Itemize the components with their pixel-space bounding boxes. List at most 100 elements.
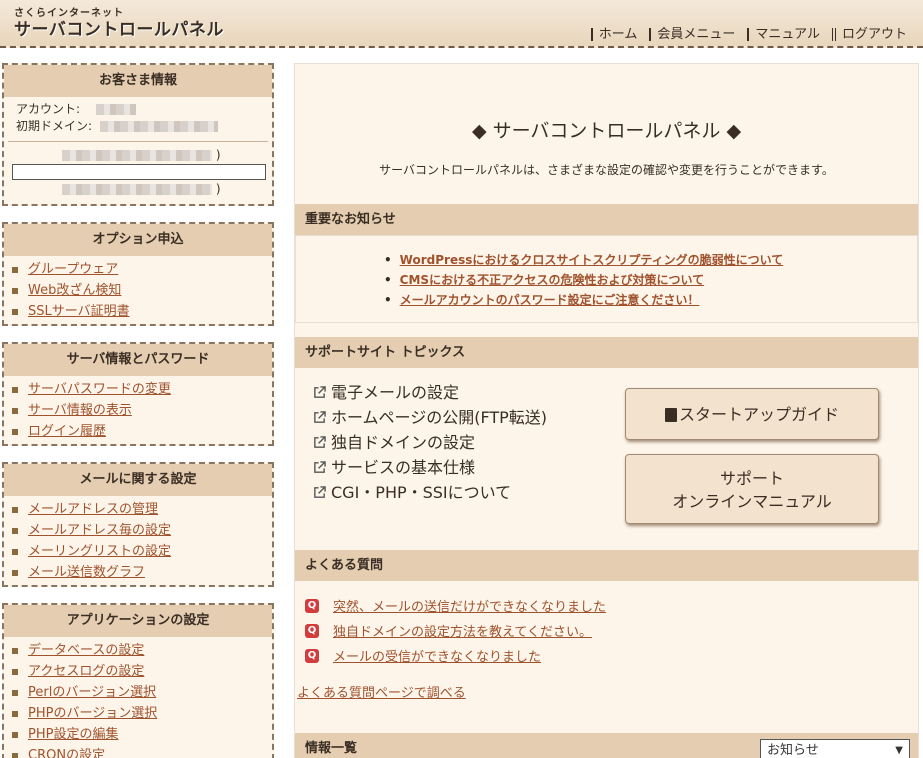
header: さくらインターネット サーバコントロールパネル ホーム 会員メニュー マニュアル… (0, 0, 923, 48)
mail-box: メールに関する設定 メールアドレスの管理 メールアドレス毎の設定 メーリングリス… (2, 462, 274, 587)
topic-item[interactable]: CGI・PHP・SSIについて (313, 480, 625, 505)
notice-item: メールアカウントのパスワード設定にご注意ください！ (384, 290, 917, 310)
chevron-down-icon: ▼ (895, 745, 903, 756)
brand-logo[interactable]: さくらインターネット サーバコントロールパネル (14, 8, 224, 40)
mail-title: メールに関する設定 (4, 464, 272, 496)
notice-link-password[interactable]: メールアカウントのパスワード設定にご注意ください！ (400, 293, 700, 307)
info-select-value: お知らせ (767, 743, 819, 758)
bullet-icon (12, 569, 18, 576)
sidebar-item-password: サーバパスワードの変更 (12, 379, 272, 400)
bullet-icon (12, 308, 18, 315)
topics-body: 電子メールの設定 ホームページの公開(FTP転送) 独自ドメインの設定 サービス… (295, 368, 918, 548)
faq-list: Q 突然、メールの送信だけができなくなりました Q 独自ドメインの設定方法を教えてく… (295, 581, 918, 668)
faq-item: Q 独自ドメインの設定方法を教えてください。 (305, 618, 918, 643)
nav-logout[interactable]: ログアウト (831, 28, 913, 41)
link-login-history[interactable]: ログイン履歴 (28, 421, 106, 442)
server-info-box: サーバ情報とパスワード サーバパスワードの変更 サーバ情報の表示 ログイン履歴 (2, 342, 274, 446)
link-server-info[interactable]: サーバ情報の表示 (28, 400, 132, 421)
sidebar-item-php-settings: PHP設定の編集 (12, 724, 272, 745)
external-link-icon (314, 411, 326, 423)
bullet-icon (12, 506, 18, 513)
sidebar-item-login-history: ログイン履歴 (12, 421, 272, 442)
manual-label-1: サポート (719, 469, 784, 488)
link-mail-graph[interactable]: メール送信数グラフ (28, 562, 145, 583)
link-perl-version[interactable]: Perlのバージョン選択 (28, 682, 156, 703)
domain-value-redacted[interactable] (99, 121, 218, 132)
app-title: アプリケーションの設定 (4, 605, 272, 637)
topic-domain[interactable]: 独自ドメインの設定 (331, 433, 475, 452)
info-category-select[interactable]: お知らせ ▼ (760, 739, 910, 758)
startup-guide-button[interactable]: スタートアップガイド (625, 388, 879, 440)
sidebar-item-web-tamper: Web改ざん検知 (12, 280, 272, 301)
topic-cgi[interactable]: CGI・PHP・SSIについて (331, 483, 511, 502)
account-label: アカウント: (16, 102, 81, 116)
online-manual-button[interactable]: サポート オンラインマニュアル (625, 454, 879, 524)
faq-more-link[interactable]: よくある質問ページで調べる (297, 686, 466, 701)
faq-link-domain[interactable]: 独自ドメインの設定方法を教えてください。 (333, 621, 592, 640)
topic-item[interactable]: ホームページの公開(FTP転送) (313, 405, 625, 430)
topic-item[interactable]: 電子メールの設定 (313, 380, 625, 405)
app-box: アプリケーションの設定 データベースの設定 アクセスログの設定 Perlのバージ… (2, 603, 274, 758)
nav-manual[interactable]: マニュアル (747, 28, 826, 41)
link-php-version[interactable]: PHPのバージョン選択 (28, 703, 157, 724)
question-icon: Q (305, 598, 319, 613)
topic-links: 電子メールの設定 ホームページの公開(FTP転送) 独自ドメインの設定 サービス… (313, 380, 625, 548)
faq-link-receive[interactable]: メールの受信ができなくなりました (333, 646, 541, 665)
faq-link-send[interactable]: 突然、メールの送信だけができなくなりました (333, 596, 606, 615)
nav-home[interactable]: ホーム (590, 28, 644, 41)
account-info: アカウント: 初期ドメイン: (4, 97, 272, 135)
notice-link-wordpress[interactable]: WordPressにおけるクロスサイトスクリプティングの脆弱性について (400, 253, 784, 267)
topic-buttons: スタートアップガイド サポート オンラインマニュアル (625, 380, 880, 548)
topic-item[interactable]: 独自ドメインの設定 (313, 430, 625, 455)
notice-box: WordPressにおけるクロスサイトスクリプティングの脆弱性について CMSに… (295, 235, 918, 323)
account-details: ) ) (4, 142, 272, 204)
topic-item[interactable]: サービスの基本仕様 (313, 455, 625, 480)
sidebar-item-mailing-list: メーリングリストの設定 (12, 541, 272, 562)
server-info-title: サーバ情報とパスワード (4, 344, 272, 376)
bullet-icon (12, 710, 18, 717)
bullet-icon (12, 668, 18, 675)
nav-member-menu[interactable]: 会員メニュー (649, 28, 741, 41)
bullet-icon (12, 752, 18, 758)
link-cron[interactable]: CRONの設定 (28, 745, 105, 758)
link-web-tamper[interactable]: Web改ざん検知 (28, 280, 121, 301)
link-mail-settings[interactable]: メールアドレス毎の設定 (28, 520, 171, 541)
sidebar-item-perl: Perlのバージョン選択 (12, 682, 272, 703)
bullet-icon (12, 689, 18, 696)
faq-more: よくある質問ページで調べる (297, 682, 918, 701)
page-description: サーバコントロールパネルは、さまざまな設定の確認や変更を行うことができます。 (379, 163, 834, 177)
link-database[interactable]: データベースの設定 (28, 640, 144, 661)
customer-info-title: お客さま情報 (4, 65, 272, 97)
faq-item: Q 突然、メールの送信だけができなくなりました (305, 593, 918, 618)
option-box: オプション申込 グループウェア Web改ざん検知 SSLサーバ証明書 (2, 222, 274, 326)
bullet-icon (12, 527, 18, 534)
link-ssl[interactable]: SSLサーバ証明書 (28, 301, 130, 322)
sidebar-item-database: データベースの設定 (12, 640, 272, 661)
info-section: 情報一覧 お知らせ ▼ (295, 733, 918, 758)
link-mailing-list[interactable]: メーリングリストの設定 (28, 541, 171, 562)
brand-sub: さくらインターネット (14, 8, 124, 19)
link-mail-address[interactable]: メールアドレスの管理 (28, 499, 158, 520)
link-php-settings[interactable]: PHP設定の編集 (28, 724, 118, 745)
link-server-password[interactable]: サーバパスワードの変更 (28, 379, 171, 400)
topic-mail[interactable]: 電子メールの設定 (331, 383, 459, 402)
brand-main: サーバコントロールパネル (14, 20, 224, 40)
bullet-icon (12, 428, 18, 435)
main-content: ◆ サーバコントロールパネル ◆ サーバコントロールパネルは、さまざまな設定の確… (294, 63, 919, 758)
account-input[interactable] (12, 164, 266, 180)
faq-heading: よくある質問 (295, 550, 918, 581)
link-groupware[interactable]: グループウェア (28, 259, 118, 280)
sidebar-item-mail-graph: メール送信数グラフ (12, 562, 272, 583)
startup-guide-label: スタートアップガイド (678, 405, 839, 424)
sidebar-item-php-version: PHPのバージョン選択 (12, 703, 272, 724)
top-nav: ホーム 会員メニュー マニュアル ログアウト (585, 28, 913, 41)
bullet-icon (12, 407, 18, 414)
manual-label-2: オンラインマニュアル (672, 492, 832, 511)
topic-ftp[interactable]: ホームページの公開(FTP転送) (331, 408, 547, 427)
notice-link-cms[interactable]: CMSにおける不正アクセスの危険性および対策について (400, 273, 704, 287)
topic-spec[interactable]: サービスの基本仕様 (331, 458, 475, 477)
link-access-log[interactable]: アクセスログの設定 (28, 661, 144, 682)
page-title: ◆ サーバコントロールパネル ◆ (471, 120, 742, 142)
bullet-icon (12, 266, 18, 273)
faq-item: Q メールの受信ができなくなりました (305, 643, 918, 668)
